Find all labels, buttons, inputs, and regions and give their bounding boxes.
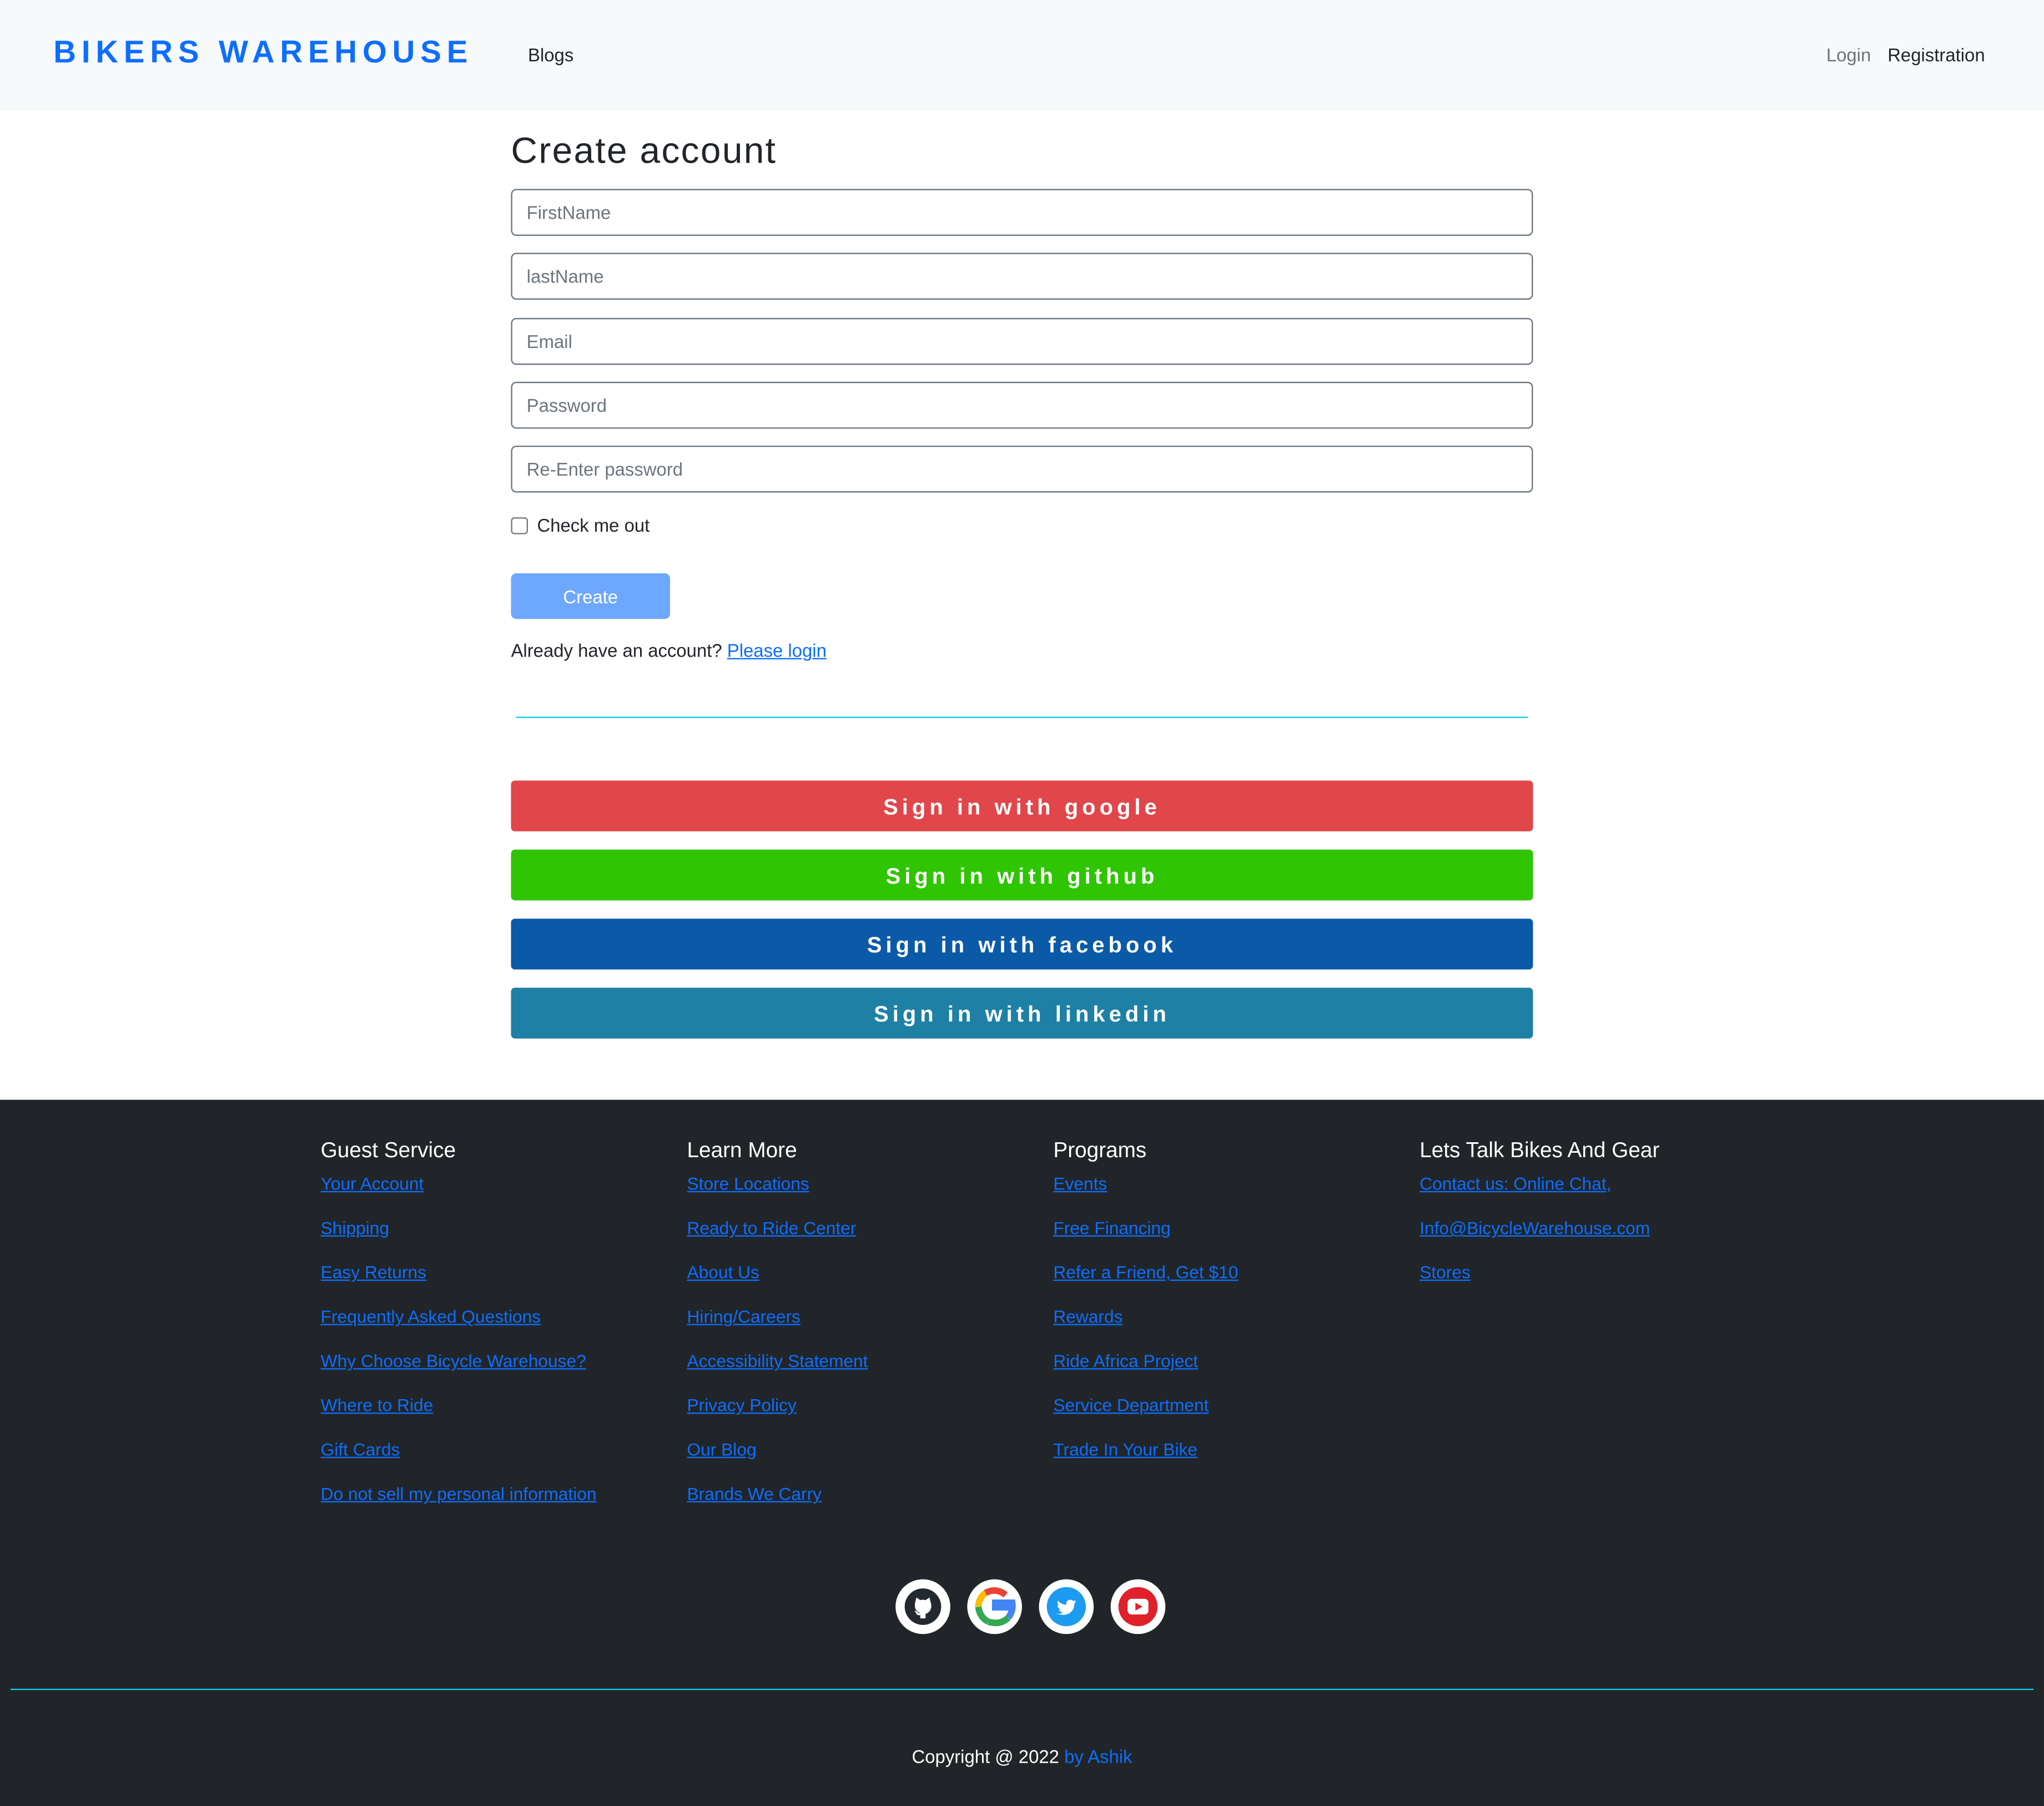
footer: Guest Service Your Account Shipping Easy… xyxy=(0,1099,2044,1806)
footer-link[interactable]: Ride Africa Project xyxy=(1053,1350,1238,1394)
footer-link[interactable]: Contact us: Online Chat, xyxy=(1419,1173,1659,1217)
footer-column-programs: Programs Events Free Financing Refer a F… xyxy=(1053,1136,1238,1483)
footer-link[interactable]: Privacy Policy xyxy=(687,1394,868,1439)
footer-link[interactable]: Why Choose Bicycle Warehouse? xyxy=(321,1350,597,1394)
google-signin-button[interactable]: Sign in with google xyxy=(511,780,1533,831)
email-input[interactable] xyxy=(511,317,1533,365)
footer-link[interactable]: Do not sell my personal information xyxy=(321,1483,597,1527)
nav-login-link[interactable]: Login xyxy=(1826,44,1871,65)
nav-blogs-link[interactable]: Blogs xyxy=(528,44,573,65)
author-link[interactable]: by Ashik xyxy=(1064,1746,1132,1767)
footer-link[interactable]: Rewards xyxy=(1053,1305,1238,1350)
page-title: Create account xyxy=(511,130,777,171)
footer-link[interactable]: Stores xyxy=(1419,1262,1659,1306)
create-button[interactable]: Create xyxy=(511,573,670,619)
footer-link[interactable]: Service Department xyxy=(1053,1394,1238,1439)
google-icon[interactable] xyxy=(967,1579,1022,1635)
please-login-link[interactable]: Please login xyxy=(727,640,827,661)
twitter-icon[interactable] xyxy=(1039,1579,1094,1635)
footer-link[interactable]: Store Locations xyxy=(687,1173,868,1217)
footer-link[interactable]: Our Blog xyxy=(687,1439,868,1483)
footer-link[interactable]: Events xyxy=(1053,1173,1238,1217)
social-icons xyxy=(895,1579,1166,1635)
nav-registration-link[interactable]: Registration xyxy=(1887,44,1985,65)
facebook-signin-button[interactable]: Sign in with facebook xyxy=(511,919,1533,970)
footer-link[interactable]: Shipping xyxy=(321,1217,597,1262)
divider xyxy=(516,717,1528,718)
password-input[interactable] xyxy=(511,381,1533,429)
footer-heading: Guest Service xyxy=(320,1138,456,1163)
check-me-out-row: Check me out xyxy=(511,513,650,537)
check-me-out-checkbox[interactable] xyxy=(511,516,528,534)
last-name-input[interactable] xyxy=(511,253,1533,300)
reenter-password-input[interactable] xyxy=(511,445,1533,493)
footer-link[interactable]: Gift Cards xyxy=(321,1439,597,1483)
youtube-icon[interactable] xyxy=(1110,1579,1166,1635)
footer-heading: Lets Talk Bikes And Gear xyxy=(1419,1138,1660,1163)
linkedin-signin-button[interactable]: Sign in with linkedin xyxy=(511,987,1533,1039)
navbar: BIKERS WAREHOUSE Blogs Login Registratio… xyxy=(0,0,2044,111)
footer-link[interactable]: Info@BicycleWarehouse.com xyxy=(1419,1217,1659,1262)
footer-column-learn-more: Learn More Store Locations Ready to Ride… xyxy=(687,1136,868,1527)
brand-logo[interactable]: BIKERS WAREHOUSE xyxy=(53,35,473,72)
footer-column-guest-service: Guest Service Your Account Shipping Easy… xyxy=(321,1136,597,1527)
footer-link[interactable]: Easy Returns xyxy=(321,1262,597,1306)
footer-link[interactable]: Your Account xyxy=(321,1173,597,1217)
page: BIKERS WAREHOUSE Blogs Login Registratio… xyxy=(0,0,2044,1806)
footer-column-lets-talk: Lets Talk Bikes And Gear Contact us: Onl… xyxy=(1419,1136,1659,1305)
footer-link[interactable]: Brands We Carry xyxy=(687,1483,868,1527)
footer-link[interactable]: Frequently Asked Questions xyxy=(321,1305,597,1350)
copyright-text: Copyright @ 2022 xyxy=(912,1746,1059,1767)
already-have-account: Already have an account? Please login xyxy=(511,640,826,661)
check-me-out-label[interactable]: Check me out xyxy=(537,514,650,536)
footer-link[interactable]: Ready to Ride Center xyxy=(687,1217,868,1262)
footer-heading: Programs xyxy=(1053,1138,1147,1163)
already-have-account-text: Already have an account? xyxy=(511,639,722,661)
footer-link[interactable]: Accessibility Statement xyxy=(687,1350,868,1394)
footer-heading: Learn More xyxy=(687,1138,797,1163)
github-signin-button[interactable]: Sign in with github xyxy=(511,849,1533,901)
copyright: Copyright @ 2022 by Ashik xyxy=(0,1746,2044,1767)
footer-divider xyxy=(10,1688,2034,1691)
first-name-input[interactable] xyxy=(511,189,1533,236)
footer-link[interactable]: Hiring/Careers xyxy=(687,1305,868,1350)
footer-link[interactable]: Refer a Friend, Get $10 xyxy=(1053,1262,1238,1306)
footer-link[interactable]: About Us xyxy=(687,1262,868,1306)
github-icon[interactable] xyxy=(895,1579,950,1635)
footer-link[interactable]: Where to Ride xyxy=(321,1394,597,1439)
footer-link[interactable]: Free Financing xyxy=(1053,1217,1238,1262)
footer-link[interactable]: Trade In Your Bike xyxy=(1053,1439,1238,1483)
